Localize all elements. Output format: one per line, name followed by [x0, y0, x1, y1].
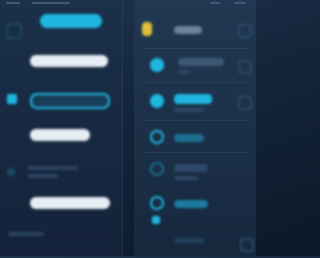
list-item[interactable]: [134, 86, 256, 118]
list-item-label: [30, 93, 110, 109]
wifi-icon: [150, 162, 164, 176]
list-item[interactable]: [0, 14, 122, 46]
list-item[interactable]: [134, 14, 256, 46]
right-list-panel: [134, 0, 256, 256]
wifi-icon: [150, 58, 164, 72]
list-item-label: [30, 129, 90, 141]
left-list-panel: [0, 0, 123, 256]
top-divider: [6, 2, 20, 4]
list-item-label: [30, 55, 108, 67]
list-item-label: [8, 232, 44, 236]
list-item-sub: [174, 108, 204, 112]
list-item-sub: [28, 174, 58, 178]
divider: [142, 82, 248, 83]
list-item-label: [28, 166, 78, 170]
square-icon: [240, 238, 254, 252]
list-item-label: [40, 14, 102, 28]
top-divider: [210, 2, 220, 4]
square-icon: [6, 23, 22, 39]
list-item-label: [174, 238, 204, 243]
list-item[interactable]: [0, 46, 122, 78]
list-item-label: [178, 58, 224, 66]
list-item-sub: [174, 176, 198, 180]
lightbulb-icon: [142, 22, 152, 36]
top-divider: [234, 2, 246, 4]
list-item[interactable]: [134, 190, 256, 224]
square-icon: [238, 60, 252, 74]
square-icon: [238, 24, 252, 38]
square-icon: [7, 94, 17, 104]
list-item-label: [174, 134, 204, 142]
divider: [142, 152, 248, 153]
divider: [142, 48, 248, 49]
list-item-label: [174, 26, 202, 34]
divider: [142, 120, 248, 121]
list-item-sub: [178, 70, 190, 74]
list-item[interactable]: [0, 84, 122, 116]
shield-icon: [150, 130, 164, 144]
list-item[interactable]: [134, 226, 256, 258]
list-item-label: [30, 197, 110, 209]
list-item[interactable]: [134, 50, 256, 82]
list-item[interactable]: [0, 220, 122, 252]
square-icon: [7, 168, 15, 176]
circle-icon: [150, 94, 164, 108]
list-item[interactable]: [0, 120, 122, 152]
list-item[interactable]: [0, 156, 122, 188]
wifi-icon: [150, 196, 164, 210]
square-icon: [238, 96, 252, 110]
list-item-label: [174, 200, 208, 208]
list-item-label: [174, 164, 208, 172]
top-divider: [32, 2, 70, 4]
list-item[interactable]: [0, 188, 122, 220]
list-item-label: [174, 94, 212, 104]
list-item[interactable]: [134, 156, 256, 188]
square-icon: [152, 216, 160, 224]
